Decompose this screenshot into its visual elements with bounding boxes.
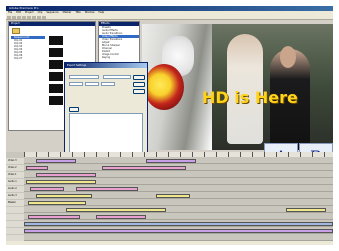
toolbar-button[interactable] <box>42 16 46 19</box>
menu-marker[interactable]: Marker <box>63 11 72 14</box>
project-tree: Sequence 01 Clip 01 Clip 02 Clip 03 Clip… <box>11 36 45 96</box>
timeline-clip[interactable] <box>286 208 326 212</box>
clip-thumbnail[interactable] <box>49 48 63 57</box>
timeline-clip[interactable] <box>24 222 333 226</box>
timeline-track <box>6 214 333 220</box>
dialog-field[interactable] <box>101 82 115 86</box>
track-header[interactable]: Video 2 <box>6 165 24 171</box>
dialog-button[interactable] <box>133 82 145 87</box>
toolbar-button[interactable] <box>17 16 21 19</box>
program-monitor[interactable]: HD is Here <box>142 24 333 150</box>
timeline-clip[interactable] <box>28 201 86 205</box>
export-file-row[interactable] <box>70 135 142 138</box>
export-dialog-title: Export Settings <box>65 63 147 68</box>
timeline-track: Audio 1 <box>6 179 333 185</box>
toolbar-button[interactable] <box>22 16 26 19</box>
desktop: Adobe Premiere Pro File Edit Project Clip Se… <box>6 6 333 245</box>
menu-sequence[interactable]: Sequence <box>46 11 58 14</box>
dialog-button[interactable] <box>133 89 145 94</box>
timeline-clip[interactable] <box>156 194 190 198</box>
clip-thumbnail[interactable] <box>49 96 63 105</box>
timeline-clip[interactable] <box>26 166 48 170</box>
menu-project[interactable]: Project <box>25 11 34 14</box>
timeline-clip[interactable] <box>36 159 76 163</box>
clip-thumbnail[interactable] <box>49 72 63 81</box>
track-header[interactable]: Video 1 <box>6 172 24 178</box>
track-header[interactable]: Audio 3 <box>6 193 24 199</box>
timeline-track: Master <box>6 200 333 206</box>
timeline-clip[interactable] <box>66 208 166 212</box>
menu-help[interactable]: Help <box>99 11 105 14</box>
menu-file[interactable]: File <box>8 11 12 14</box>
toolbar-button[interactable] <box>7 16 11 19</box>
toolbar-button[interactable] <box>32 16 36 19</box>
track-header[interactable] <box>6 228 24 234</box>
timeline-track: Video 2 <box>6 165 333 171</box>
dialog-field[interactable] <box>69 75 99 79</box>
timeline-clip[interactable] <box>146 159 196 163</box>
track-header[interactable]: Video 3 <box>6 158 24 164</box>
project-panel-title: Project <box>9 22 95 26</box>
menu-window[interactable]: Window <box>85 11 95 14</box>
track-header[interactable]: Audio 1 <box>6 179 24 185</box>
effects-tree-item[interactable]: Keying <box>99 56 139 59</box>
toolbar-button[interactable] <box>37 16 41 19</box>
app-title: Adobe Premiere Pro <box>9 6 39 10</box>
video-frame-flowers <box>144 64 184 110</box>
timeline-track <box>6 207 333 213</box>
track-header[interactable] <box>6 207 24 213</box>
timeline-clip[interactable] <box>24 229 333 233</box>
timeline-clip[interactable] <box>28 215 80 219</box>
timeline-clip[interactable] <box>96 215 146 219</box>
timeline-clip[interactable] <box>36 194 92 198</box>
toolbar-button[interactable] <box>12 16 16 19</box>
menu-clip[interactable]: Clip <box>38 11 43 14</box>
track-header[interactable]: Master <box>6 200 24 206</box>
toolbar-button[interactable] <box>27 16 31 19</box>
menu-title[interactable]: Title <box>75 11 80 14</box>
project-folder-icon <box>12 28 20 34</box>
clip-thumbnail[interactable] <box>49 36 63 45</box>
clip-thumbnail[interactable] <box>49 84 63 93</box>
timeline-track: Video 3 <box>6 158 333 164</box>
timeline-track <box>6 228 333 234</box>
dialog-field[interactable] <box>85 82 99 86</box>
timeline-track <box>6 221 333 227</box>
toolbar <box>6 15 333 20</box>
timeline-clip[interactable] <box>36 173 96 177</box>
timeline-clip[interactable] <box>26 180 96 184</box>
timeline-clip[interactable] <box>102 166 186 170</box>
clip-thumbnail[interactable] <box>49 60 63 69</box>
timeline-clip[interactable] <box>76 187 138 191</box>
project-tree-item[interactable]: Clip 07 <box>11 57 45 60</box>
dialog-field[interactable] <box>103 75 131 79</box>
track-header[interactable] <box>6 221 24 227</box>
track-header[interactable]: Audio 2 <box>6 186 24 192</box>
dialog-field[interactable] <box>69 82 83 86</box>
timeline-ruler[interactable] <box>24 152 333 157</box>
menu-edit[interactable]: Edit <box>16 11 21 14</box>
video-headline: HD is Here <box>202 88 298 107</box>
timeline-panel: Video 3 Video 2 Video 1 Audio 1 Audio 2 … <box>6 152 333 245</box>
timeline-track: Audio 2 <box>6 186 333 192</box>
video-frame-figure <box>280 46 296 68</box>
dialog-button[interactable] <box>69 107 79 112</box>
timeline-track: Audio 3 <box>6 193 333 199</box>
timeline-track: Video 1 <box>6 172 333 178</box>
track-header[interactable] <box>6 214 24 220</box>
dialog-button[interactable] <box>133 75 145 80</box>
status-bar <box>6 241 333 245</box>
timeline-clip[interactable] <box>30 187 64 191</box>
